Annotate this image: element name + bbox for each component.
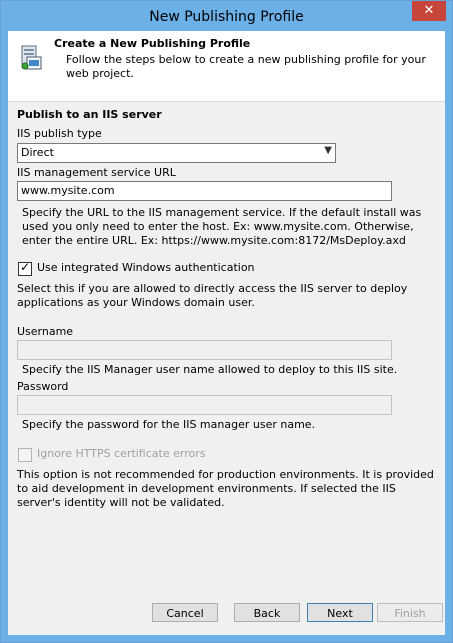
- publish-type-label: IIS publish type: [17, 127, 102, 140]
- username-field[interactable]: [17, 340, 392, 360]
- publish-type-selected: Direct: [21, 146, 54, 159]
- password-help: Specify the password for the IIS manager…: [22, 418, 316, 431]
- cancel-button[interactable]: Cancel: [152, 603, 218, 622]
- dialog-content: Create a New Publishing Profile Follow t…: [8, 31, 445, 635]
- section-title: Publish to an IIS server: [17, 108, 162, 121]
- integrated-auth-checkbox[interactable]: ✓: [18, 260, 32, 276]
- integrated-auth-description: Select this if you are allowed to direct…: [17, 282, 408, 309]
- wizard-header: Create a New Publishing Profile Follow t…: [8, 31, 445, 102]
- title-bar[interactable]: New Publishing Profile ✕: [1, 1, 452, 31]
- publishing-profile-icon: [21, 45, 42, 70]
- username-input[interactable]: [18, 341, 389, 357]
- back-button[interactable]: Back: [234, 603, 300, 622]
- finish-button[interactable]: Finish: [377, 603, 443, 622]
- close-button[interactable]: ✕: [412, 1, 446, 21]
- password-label: Password: [17, 380, 69, 393]
- ignore-https-description: This option is not recommended for produ…: [17, 468, 434, 509]
- chevron-down-icon[interactable]: ▼: [324, 145, 332, 156]
- service-url-input[interactable]: [18, 182, 389, 198]
- ignore-https-label[interactable]: Ignore HTTPS certificate errors: [37, 447, 205, 460]
- wizard-title: Create a New Publishing Profile: [54, 37, 251, 50]
- username-help: Specify the IIS Manager user name allowe…: [22, 363, 398, 376]
- close-icon: ✕: [423, 3, 435, 18]
- next-button[interactable]: Next: [307, 603, 373, 622]
- ignore-https-checkbox[interactable]: [18, 448, 32, 462]
- integrated-auth-label[interactable]: Use integrated Windows authentication: [37, 261, 255, 274]
- username-label: Username: [17, 325, 74, 338]
- wizard-description: Follow the steps below to create a new p…: [66, 53, 426, 80]
- dialog-window: New Publishing Profile ✕ Create a New Pu…: [0, 0, 453, 643]
- service-url-field[interactable]: [17, 181, 392, 201]
- service-url-help: Specify the URL to the IIS management se…: [22, 206, 422, 247]
- checkmark-icon: ✓: [20, 260, 31, 274]
- window-title: New Publishing Profile: [149, 9, 304, 25]
- publish-type-dropdown[interactable]: Direct ▼: [17, 143, 336, 163]
- password-field[interactable]: [17, 395, 392, 415]
- password-input[interactable]: [18, 396, 389, 412]
- service-url-label: IIS management service URL: [17, 166, 176, 179]
